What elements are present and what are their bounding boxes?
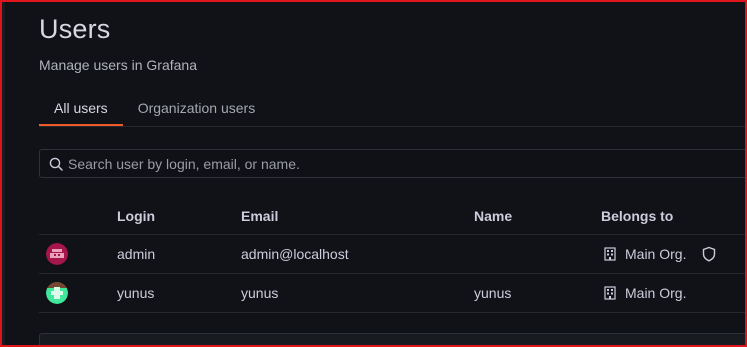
column-header-email[interactable]: Email	[241, 208, 278, 224]
avatar	[46, 243, 68, 265]
column-header-belongs-to[interactable]: Belongs to	[601, 208, 673, 224]
page-title: Users	[39, 14, 111, 44]
table-row[interactable]: admin admin@localhost Main Org.	[39, 235, 745, 274]
user-org: Main Org.	[603, 246, 686, 262]
search-icon	[47, 155, 65, 173]
tab-divider	[39, 126, 745, 127]
shield-icon	[702, 246, 716, 262]
search-input[interactable]	[68, 155, 747, 172]
building-icon	[604, 286, 616, 300]
tab-all-users[interactable]: All users	[39, 92, 123, 126]
column-header-name[interactable]: Name	[474, 208, 512, 224]
building-icon	[604, 247, 616, 261]
left-edge	[2, 2, 5, 345]
org-name: Main Org.	[625, 246, 687, 262]
user-login[interactable]: yunus	[117, 285, 154, 301]
page-subtitle: Manage users in Grafana	[39, 57, 197, 73]
users-table-header: Login Email Name Belongs to	[39, 198, 745, 235]
org-name: Main Org.	[625, 285, 687, 301]
avatar	[46, 282, 68, 304]
search-box[interactable]	[39, 149, 747, 178]
column-header-login[interactable]: Login	[117, 208, 155, 224]
pagination-panel	[39, 333, 747, 347]
user-email[interactable]: yunus	[241, 285, 278, 301]
user-name[interactable]: yunus	[474, 285, 511, 301]
user-org: Main Org.	[603, 285, 686, 301]
table-row[interactable]: yunus yunus yunus Main Org.	[39, 274, 745, 313]
tab-organization-users[interactable]: Organization users	[123, 92, 271, 124]
tab-bar: All users Organization users	[39, 92, 270, 126]
user-login[interactable]: admin	[117, 246, 155, 262]
user-email[interactable]: admin@localhost	[241, 246, 349, 262]
